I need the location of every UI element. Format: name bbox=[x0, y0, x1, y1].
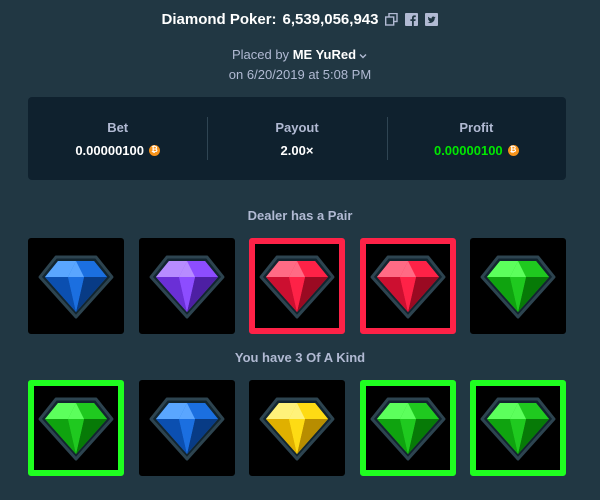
yellow-gem-icon bbox=[259, 397, 335, 461]
payout-label: Payout bbox=[275, 119, 319, 135]
blue-gem-icon bbox=[149, 397, 224, 461]
blue-gem-icon bbox=[38, 255, 114, 319]
payout-stat: Payout 2.00× bbox=[207, 97, 386, 180]
player-result-label: You have 3 Of A Kind bbox=[234, 350, 366, 365]
placed-info: Placed by ME YuRed on 6/20/2019 at 5:08 … bbox=[0, 46, 600, 84]
bet-stats-panel: Bet 0.00000100 ₿ Payout 2.00× Profit 0.0… bbox=[28, 97, 566, 180]
dealer-card-1 bbox=[28, 238, 124, 334]
dealer-card-5 bbox=[470, 238, 566, 334]
dealer-card-2 bbox=[138, 238, 235, 334]
bet-detail-page: Diamond Poker: 6,539,056,943 Placed by M… bbox=[0, 0, 600, 500]
green-gem-icon bbox=[480, 397, 556, 461]
profit-amount: 0.00000100 ₿ bbox=[434, 143, 519, 158]
player-card-5 bbox=[470, 380, 566, 476]
green-gem-icon bbox=[370, 397, 445, 461]
bet-title: Diamond Poker: 6,539,056,943 bbox=[0, 8, 600, 30]
player-card-2 bbox=[138, 380, 235, 476]
dealer-hand bbox=[28, 238, 566, 334]
placed-date: on 6/20/2019 at 5:08 PM bbox=[228, 67, 372, 82]
game-name: Diamond Poker bbox=[161, 10, 272, 28]
player-card-4 bbox=[359, 380, 456, 476]
dealer-card-3 bbox=[249, 238, 345, 334]
bet-value: 0.00000100 bbox=[75, 142, 144, 158]
bet-amount: 0.00000100 ₿ bbox=[75, 143, 160, 158]
dealer-card-4 bbox=[359, 238, 456, 334]
copy-icon[interactable] bbox=[384, 12, 398, 26]
chevron-down-icon[interactable] bbox=[358, 51, 368, 61]
red-gem-icon bbox=[370, 255, 445, 319]
payout-value: 2.00× bbox=[280, 142, 314, 158]
green-gem-icon bbox=[38, 397, 114, 461]
placed-prefix: Placed by bbox=[231, 47, 290, 62]
dealer-result-label: Dealer has a Pair bbox=[247, 208, 353, 223]
player-card-1 bbox=[28, 380, 124, 476]
red-gem-icon bbox=[259, 255, 335, 319]
profit-stat: Profit 0.00000100 ₿ bbox=[386, 97, 566, 180]
bitcoin-icon: ₿ bbox=[507, 144, 519, 156]
profit-value: 0.00000100 bbox=[433, 142, 503, 158]
purple-gem-icon bbox=[149, 255, 224, 319]
bet-stat: Bet 0.00000100 ₿ bbox=[28, 97, 207, 180]
player-card-3 bbox=[249, 380, 345, 476]
player-hand bbox=[28, 380, 566, 476]
bet-id: 6,539,056,943 bbox=[282, 10, 379, 28]
green-gem-icon bbox=[480, 255, 556, 319]
placed-user-link[interactable]: ME YuRed bbox=[293, 47, 356, 62]
facebook-icon[interactable] bbox=[404, 12, 418, 26]
twitter-icon[interactable] bbox=[424, 12, 438, 26]
profit-label: Profit bbox=[459, 119, 494, 135]
bitcoin-icon: ₿ bbox=[149, 144, 160, 156]
title-separator: : bbox=[271, 10, 277, 28]
bet-label: Bet bbox=[107, 119, 129, 135]
